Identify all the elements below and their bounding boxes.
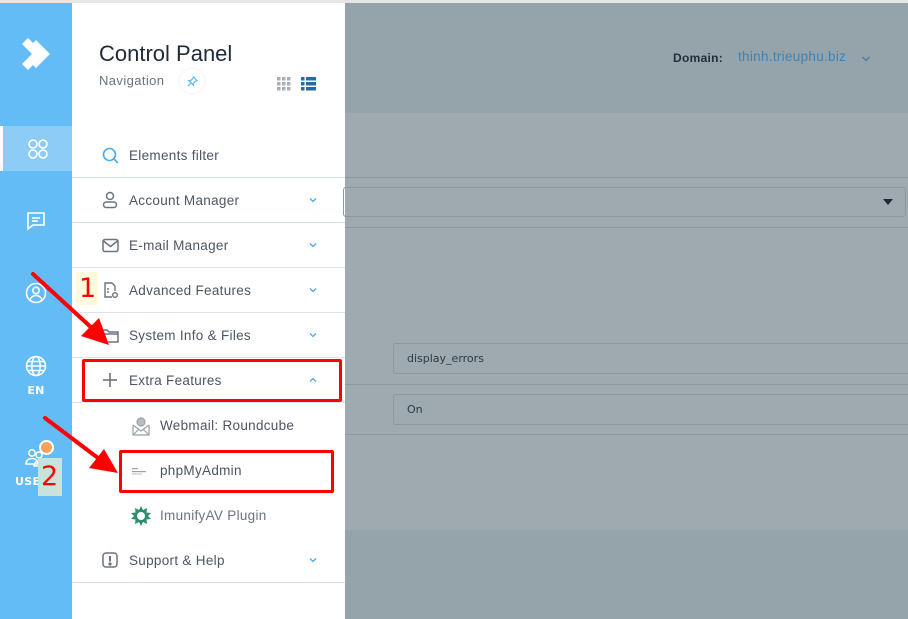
nav-item-system-info[interactable]: System Info & Files bbox=[72, 313, 345, 358]
language-label: EN bbox=[27, 384, 45, 397]
plus-icon bbox=[101, 371, 119, 389]
nav-item-advanced-features[interactable]: Advanced Features bbox=[72, 268, 345, 313]
panel-subtitle: Navigation bbox=[99, 73, 165, 88]
nav-subitem-label: phpMyAdmin bbox=[160, 463, 242, 478]
nav-item-label: E-mail Manager bbox=[129, 237, 229, 253]
list-view-icon[interactable] bbox=[301, 77, 316, 91]
domain-label: Domain: bbox=[673, 51, 724, 65]
nav-item-label: Support & Help bbox=[129, 552, 225, 568]
elements-filter-label: Elements filter bbox=[129, 147, 220, 163]
navigation-panel: Control Panel Navigation Elements filter… bbox=[72, 3, 345, 619]
chevron-down-icon bbox=[309, 198, 317, 203]
elements-filter[interactable]: Elements filter bbox=[72, 133, 345, 178]
top-header: Domain: thinh.trieuphu.biz bbox=[345, 3, 908, 113]
search-icon bbox=[101, 146, 119, 164]
chevron-down-icon bbox=[309, 558, 317, 563]
nav-item-label: Extra Features bbox=[129, 372, 222, 388]
rail-item-messages[interactable] bbox=[0, 210, 72, 232]
setting-name-field[interactable]: display_errors bbox=[393, 343, 908, 374]
domain-selector[interactable]: thinh.trieuphu.biz bbox=[738, 49, 846, 64]
alert-icon bbox=[101, 551, 119, 569]
icon-rail: EN USER1 bbox=[0, 3, 72, 619]
nav-subitem-label: Webmail: Roundcube bbox=[160, 418, 295, 433]
nav-subitem-phpmyadmin[interactable]: phpMyAdmin bbox=[72, 448, 345, 493]
nav-item-extra-features[interactable]: Extra Features bbox=[72, 358, 345, 403]
rail-item-language[interactable]: EN bbox=[0, 355, 72, 397]
nav-item-support-help[interactable]: Support & Help bbox=[72, 538, 345, 583]
mail-icon bbox=[101, 236, 119, 254]
doc-gear-icon bbox=[101, 281, 119, 299]
panel-title: Control Panel bbox=[99, 41, 233, 66]
chevron-down-icon bbox=[309, 243, 317, 248]
divider bbox=[345, 227, 908, 228]
chevron-down-icon bbox=[309, 333, 317, 338]
dropdown-select[interactable] bbox=[343, 187, 906, 217]
notification-badge bbox=[39, 440, 54, 455]
pin-button[interactable] bbox=[180, 69, 204, 93]
user-icon bbox=[101, 191, 119, 209]
pin-icon bbox=[186, 75, 198, 87]
nav-item-label: Account Manager bbox=[129, 192, 240, 208]
chevron-up-icon bbox=[309, 377, 317, 382]
caret-down-icon bbox=[883, 199, 893, 205]
footer-area bbox=[345, 530, 908, 619]
nav-item-email-manager[interactable]: E-mail Manager bbox=[72, 223, 345, 268]
nav-item-account-manager[interactable]: Account Manager bbox=[72, 178, 345, 223]
phpmyadmin-icon bbox=[131, 461, 151, 481]
user-label: USER1 bbox=[15, 475, 57, 488]
rail-item-dashboard[interactable] bbox=[0, 126, 72, 171]
logo-icon[interactable] bbox=[18, 36, 54, 72]
imunify-icon bbox=[131, 505, 151, 526]
chevron-down-icon bbox=[309, 288, 317, 293]
folder-icon bbox=[101, 326, 119, 344]
nav-item-label: Advanced Features bbox=[129, 282, 252, 298]
nav-item-label: System Info & Files bbox=[129, 327, 251, 343]
chat-icon bbox=[27, 212, 45, 231]
user-circle-icon bbox=[25, 282, 47, 304]
chevron-down-icon bbox=[862, 56, 870, 62]
roundcube-icon bbox=[131, 416, 151, 436]
globe-icon bbox=[25, 355, 47, 377]
nav-subitem-imunifyav[interactable]: ImunifyAV Plugin bbox=[72, 493, 345, 538]
divider bbox=[345, 384, 908, 385]
divider bbox=[345, 434, 908, 435]
apps-icon bbox=[27, 138, 48, 159]
rail-item-account[interactable] bbox=[0, 282, 72, 304]
rail-item-users[interactable]: USER1 bbox=[0, 446, 72, 488]
setting-value-field[interactable]: On bbox=[393, 394, 908, 425]
grid-view-icon[interactable] bbox=[277, 77, 291, 91]
divider bbox=[345, 177, 908, 178]
dimmed-content-overlay[interactable]: Domain: thinh.trieuphu.biz display_error… bbox=[343, 3, 908, 619]
nav-subitem-roundcube[interactable]: Webmail: Roundcube bbox=[72, 403, 345, 448]
nav-subitem-label: ImunifyAV Plugin bbox=[160, 508, 267, 523]
